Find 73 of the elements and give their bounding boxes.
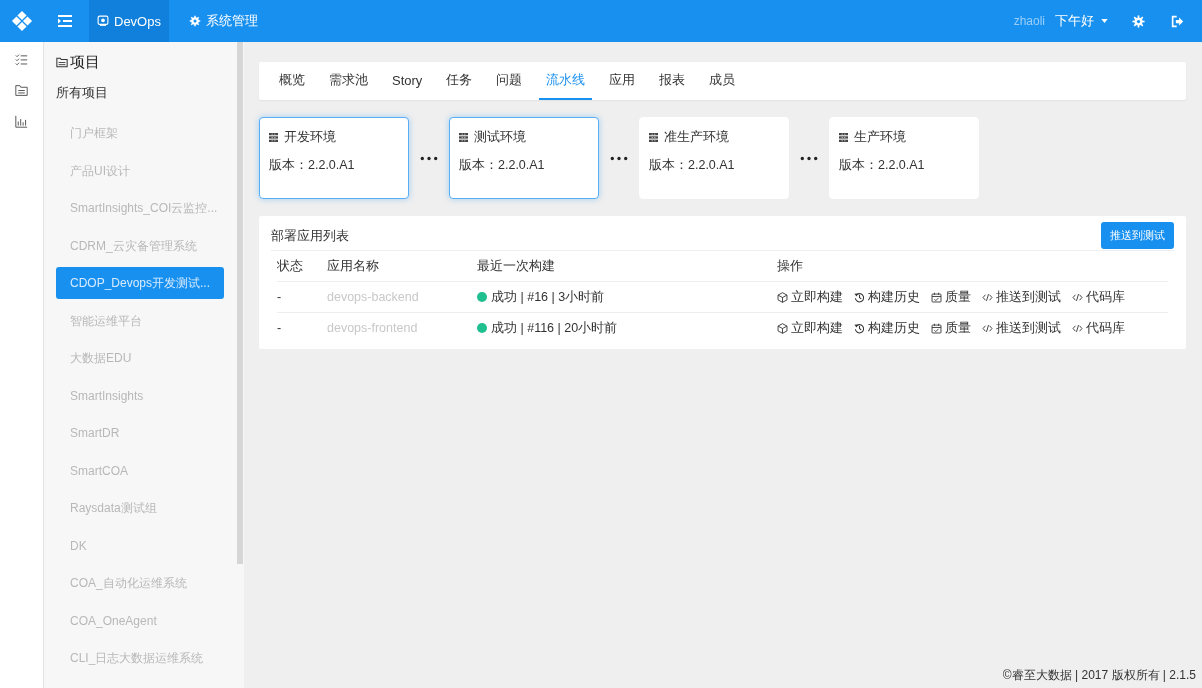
- calendar-icon: [931, 291, 942, 303]
- action-link[interactable]: 推送到测试: [982, 288, 1061, 306]
- table-title: 部署应用列表: [271, 226, 349, 245]
- menu-icon[interactable]: [58, 15, 72, 27]
- nav-tab[interactable]: DevOps: [89, 0, 169, 42]
- caret-icon: [1101, 19, 1108, 23]
- tab[interactable]: 问题: [495, 62, 524, 100]
- all-projects-link[interactable]: 所有项目: [44, 72, 244, 102]
- action-link[interactable]: 构建历史: [854, 319, 920, 337]
- build-info: 成功 | #16 | 3小时前: [491, 288, 605, 306]
- server-icon: [459, 132, 468, 142]
- calendar-icon: [931, 322, 942, 334]
- environment-card[interactable]: 测试环境 版本：2.2.0.A1: [449, 117, 599, 199]
- folder-icon: [56, 56, 68, 68]
- logout-icon[interactable]: [1171, 14, 1184, 28]
- ellipsis-icon: [609, 155, 629, 161]
- column-header: 操作: [777, 251, 1168, 282]
- checklist-icon[interactable]: [15, 53, 28, 66]
- environment-card[interactable]: 开发环境 版本：2.2.0.A1: [259, 117, 409, 199]
- environment-name: 测试环境: [474, 128, 526, 146]
- tab[interactable]: 应用: [608, 62, 637, 100]
- version-text: 版本：2.2.0.A1: [269, 157, 356, 174]
- tab[interactable]: 概览: [278, 62, 306, 100]
- tab[interactable]: 成员: [708, 62, 737, 100]
- action-link[interactable]: 推送到测试: [982, 319, 1061, 337]
- action-link[interactable]: 质量: [931, 288, 971, 306]
- cube-icon: [777, 291, 788, 303]
- environment-card[interactable]: 生产环境 版本：2.2.0.A1: [829, 117, 979, 199]
- footer-text: ©睿至大数据 | 2017 版权所有 | 2.1.5: [1002, 667, 1196, 684]
- history-icon: [854, 322, 865, 334]
- environment-name: 生产环境: [854, 128, 906, 146]
- action-link[interactable]: 代码库: [1072, 288, 1125, 306]
- monitor-icon: [97, 15, 109, 27]
- tab[interactable]: 报表: [658, 62, 687, 100]
- cube-icon: [777, 322, 788, 334]
- user-name: zhaoli: [1013, 14, 1045, 28]
- version-text: 版本：2.2.0.A1: [649, 157, 736, 174]
- server-icon: [269, 132, 278, 142]
- history-icon: [854, 291, 865, 303]
- column-header: 应用名称: [327, 251, 477, 282]
- server-icon: [839, 132, 848, 142]
- environment-name: 开发环境: [284, 128, 336, 146]
- column-header: 最近一次构建: [477, 251, 777, 282]
- logo-icon: [11, 10, 33, 32]
- action-link[interactable]: 质量: [931, 319, 971, 337]
- settings-icon: [188, 15, 201, 27]
- sidebar-title: 项目: [70, 52, 100, 72]
- environment-card[interactable]: 准生产环境 版本：2.2.0.A1: [639, 117, 789, 199]
- tab[interactable]: 任务: [445, 62, 474, 100]
- code-icon: [982, 322, 993, 334]
- action-link[interactable]: 立即构建: [777, 288, 843, 306]
- tab[interactable]: Story: [391, 62, 424, 100]
- version-text: 版本：2.2.0.A1: [839, 157, 926, 174]
- settings-icon[interactable]: [1132, 14, 1145, 28]
- table-cell: -: [277, 282, 327, 313]
- code-icon: [1072, 291, 1083, 303]
- action-link[interactable]: 代码库: [1072, 319, 1125, 337]
- tab[interactable]: 需求池: [328, 62, 369, 100]
- table-cell-text: -: [277, 320, 283, 337]
- bar-chart-icon[interactable]: [15, 115, 28, 128]
- code-icon: [982, 291, 993, 303]
- version-text: 版本：2.2.0.A1: [459, 157, 546, 174]
- action-link[interactable]: 构建历史: [854, 288, 920, 306]
- build-info: 成功 | #116 | 20小时前: [491, 319, 618, 337]
- code-icon: [1072, 322, 1083, 334]
- column-header: 状态: [277, 251, 327, 282]
- folder-icon[interactable]: [15, 84, 28, 97]
- tab[interactable]: 流水线: [539, 62, 593, 100]
- action-link[interactable]: 立即构建: [777, 319, 843, 337]
- environment-name: 准生产环境: [664, 128, 729, 146]
- ellipsis-icon: [799, 155, 819, 161]
- server-icon: [649, 132, 658, 142]
- ellipsis-icon: [419, 155, 439, 161]
